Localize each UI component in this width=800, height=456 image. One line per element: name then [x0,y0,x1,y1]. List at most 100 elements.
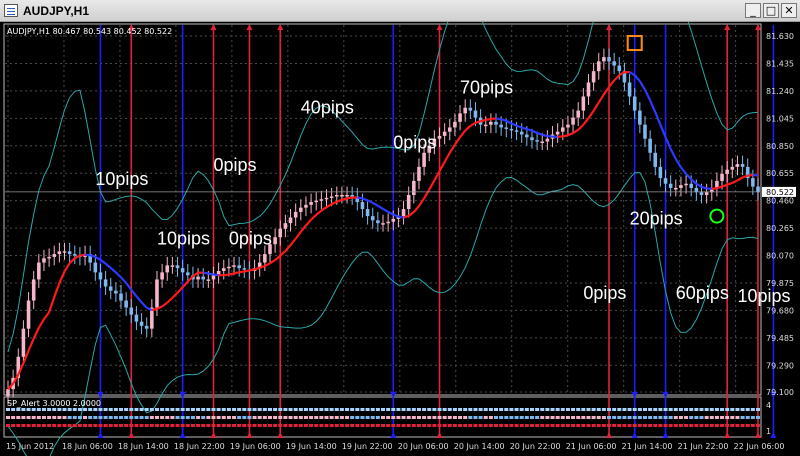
ma-segment [711,187,718,190]
indicator-dot [612,408,617,411]
indicator-dot [488,424,493,427]
indicator-dot [16,408,21,411]
indicator-dot [386,424,391,427]
indicator-dot [237,408,242,411]
indicator-dot [170,424,175,427]
indicator-dot [144,408,149,411]
indicator-dot [41,408,46,411]
indicator-dot [663,416,668,419]
minimize-button[interactable]: _ [745,3,761,18]
indicator-dot [83,416,88,419]
indicator-dot [201,416,206,419]
candle-body [653,152,658,167]
indicator-dot [232,416,237,419]
indicator-dot [180,424,185,427]
indicator-dot [416,408,421,411]
indicator-dot [725,408,730,411]
indicator-dot [211,416,216,419]
indicator-dot [242,408,247,411]
indicator-dot [678,416,683,419]
ma-segment [244,269,250,273]
indicator-dot [21,416,26,419]
indicator-dot [565,424,570,427]
indicator-dot [139,424,144,427]
candle-body [447,127,452,132]
close-button[interactable]: ✕ [781,3,797,18]
indicator-dot [31,424,36,427]
candle-body [98,272,103,280]
indicator-dot [252,424,257,427]
ma-segment [475,120,481,124]
indicator-dot [714,408,719,411]
indicator-dot [422,424,427,427]
indicator-dot [149,408,154,411]
candle-body [319,199,324,201]
indicator-dot [41,424,46,427]
indicator-dot [324,424,329,427]
candle-body [740,164,745,167]
x-tick-label: 22 Jun 06:00 [734,442,785,451]
indicator-dot [160,416,165,419]
indicator-dot [468,424,473,427]
indicator-dot [560,424,565,427]
indicator-dot [437,408,442,411]
indicator-dot [391,424,396,427]
candle-body [638,110,642,125]
indicator-dot [154,416,159,419]
indicator-dot [201,424,206,427]
indicator-dot [324,416,329,419]
indicator-dot [129,408,134,411]
y-tick-label: 79.290 [766,361,794,370]
candle-body [139,321,144,326]
indicator-dot [663,424,668,427]
indicator-dot [113,408,118,411]
indicator-dot [673,408,678,411]
indicator-dot [591,416,596,419]
indicator-dot [103,408,108,411]
indicator-dot [565,416,570,419]
indicator-dot [555,424,560,427]
indicator-dot [252,416,257,419]
indicator-dot [586,416,591,419]
indicator-dot [298,416,303,419]
indicator-dot [93,408,98,411]
indicator-dot [509,408,514,411]
indicator-dot [504,408,509,411]
indicator-dot [504,416,509,419]
indicator-dot [206,408,211,411]
indicator-dot [31,408,36,411]
indicator-dot [740,416,745,419]
indicator-dot [165,408,170,411]
price-chart[interactable]: 10pips0pips10pips 0pips40pips0pips70pips2… [0,22,800,456]
indicator-dot [57,424,62,427]
indicator-dot [216,424,221,427]
candle-body [62,251,67,253]
indicator-dot [494,416,499,419]
indicator-dot [247,416,252,419]
indicator-dot [77,416,82,419]
indicator-dot [535,408,540,411]
indicator-dot [139,416,144,419]
indicator-dot [458,416,463,419]
indicator-dot [653,416,658,419]
indicator-dot [334,408,339,411]
indicator-dot [401,424,406,427]
indicator-dot [175,408,180,411]
y-tick-label: 79.680 [766,306,794,315]
indicator-dot [740,408,745,411]
indicator-dot [756,424,760,427]
maximize-button[interactable]: □ [763,3,779,18]
candle-body [201,276,205,280]
candle-body [437,135,442,139]
indicator-dot [314,408,319,411]
indicator-dot [447,416,452,419]
candle-body [227,266,231,269]
candle-body [756,186,760,193]
indicator-dot [709,416,714,419]
indicator-dot [483,424,488,427]
x-tick-label: 20 Jun 06:00 [398,442,449,451]
candle-body [26,300,31,329]
indicator-dot [216,408,221,411]
indicator-dot [267,424,272,427]
indicator-dot [381,424,385,427]
